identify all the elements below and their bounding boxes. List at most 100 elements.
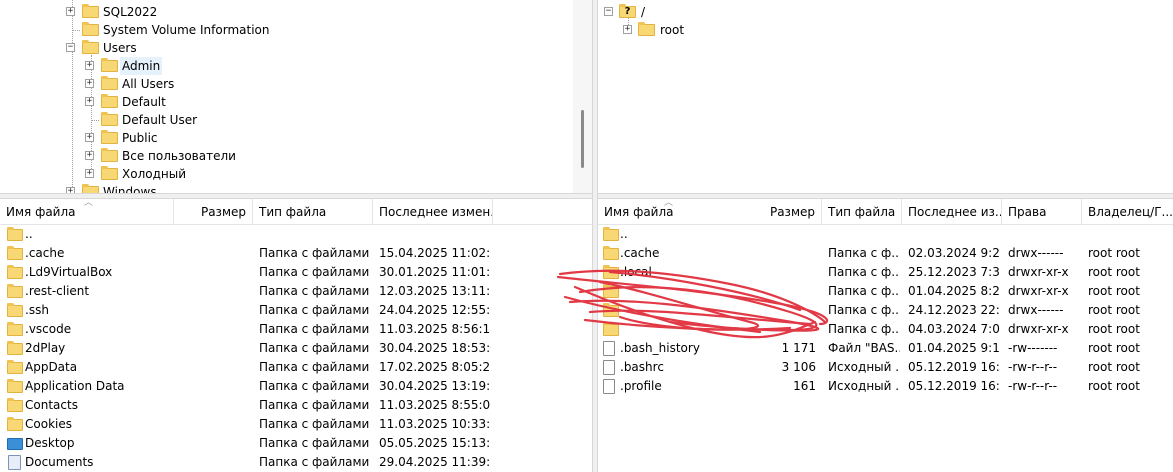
file-size	[748, 244, 816, 263]
expand-icon[interactable]: +	[85, 97, 94, 106]
tree-node[interactable]: System Volume Information	[0, 21, 570, 39]
file-permissions: -rw-r--r--	[1008, 360, 1058, 374]
file-type: Папка с файлами	[259, 436, 370, 450]
tree-node[interactable]: + Default	[0, 93, 570, 111]
collapse-icon[interactable]: −	[66, 43, 75, 52]
local-folder-tree[interactable]: + SQL2022 System Volume Information − Users +…	[0, 0, 592, 193]
tree-node[interactable]: + root	[598, 21, 1158, 39]
tree-node[interactable]: + Admin	[0, 57, 570, 75]
file-row[interactable]: .bash_history 1 171 Файл "BAS... 01.04.2025…	[598, 339, 1173, 358]
tree-node[interactable]: + All Users	[0, 75, 570, 93]
file-permissions: drwx------	[1008, 303, 1064, 317]
tree-node[interactable]: + Холодный	[0, 165, 570, 183]
file-row[interactable]: .local Папка с ф... 25.12.2023 7:35... drwx…	[598, 263, 1173, 282]
file-modified	[379, 225, 491, 244]
collapse-icon[interactable]: −	[604, 7, 613, 16]
file-row[interactable]: .cache Папка с ф... 02.03.2024 9:28... drwx…	[598, 244, 1173, 263]
file-row[interactable]: .cache Папка с файлами 15.04.2025 11:02:01	[0, 244, 592, 263]
file-row[interactable]: Cookies Папка с файлами 11.03.2025 10:33:2…	[0, 415, 592, 434]
folder-icon	[82, 4, 99, 18]
file-row[interactable]: Папка с ф... 04.03.2024 7:02... drwxr-xr-x…	[598, 320, 1173, 339]
file-row[interactable]: .rest-client Папка с файлами 12.03.2025 13…	[0, 282, 592, 301]
tree-node[interactable]: + Все пользователи	[0, 147, 570, 165]
folder-icon	[7, 360, 23, 374]
file-row[interactable]: Contacts Папка с файлами 11.03.2025 8:55:0…	[0, 396, 592, 415]
file-row[interactable]: Application Data Папка с файлами 30.04.202…	[0, 377, 592, 396]
tree-node[interactable]: Default User	[0, 111, 570, 129]
file-size	[748, 263, 816, 282]
file-name: 2dPlay	[25, 341, 66, 355]
tree-node-label: Users	[103, 41, 137, 55]
folder-icon	[7, 322, 23, 336]
file-modified: 24.04.2025 12:55:08	[379, 303, 491, 317]
expand-icon[interactable]: +	[85, 79, 94, 88]
folder-icon	[101, 112, 118, 126]
file-type: Папка с файлами	[259, 265, 370, 279]
tree-node[interactable]: − Users	[0, 39, 570, 57]
tree-node[interactable]: −? /	[598, 3, 1158, 21]
file-row[interactable]: Desktop Папка с файлами 05.05.2025 15:13:1…	[0, 434, 592, 453]
column-header-modified[interactable]: Последнее из...	[902, 199, 1002, 224]
expand-icon[interactable]: +	[85, 133, 94, 142]
expand-icon[interactable]: +	[85, 169, 94, 178]
local-file-list[interactable]: Имя файла Размер Тип файла Последнее изм…	[0, 199, 592, 472]
remote-file-list[interactable]: Имя файла Размер Тип файла Последнее из.…	[598, 199, 1173, 472]
folder-icon	[603, 284, 619, 298]
tree-node[interactable]: + Public	[0, 129, 570, 147]
file-type: Папка с ф...	[828, 265, 900, 279]
file-type: Папка с ф...	[828, 284, 900, 298]
file-name: Contacts	[25, 398, 78, 412]
file-row[interactable]: .Ld9VirtualBox Папка с файлами 30.01.2025 …	[0, 263, 592, 282]
file-row[interactable]: .bashrc 3 106 Исходный ... 05.12.2019 16:3.…	[598, 358, 1173, 377]
column-header-owner[interactable]: Владелец/Г...	[1082, 199, 1173, 224]
vertical-splitter[interactable]	[592, 0, 598, 472]
column-header-size[interactable]: Размер	[174, 199, 253, 224]
tree-guide-line	[72, 30, 80, 31]
column-header-size[interactable]: Размер	[722, 199, 822, 224]
tree-guide-line	[91, 120, 99, 121]
folder-icon	[7, 379, 23, 393]
file-row[interactable]: ..	[598, 225, 1173, 244]
file-row[interactable]: Папка с ф... 01.04.2025 8:23... drwxr-xr-x…	[598, 282, 1173, 301]
tree-node-label: Все пользователи	[122, 149, 236, 163]
remote-folder-tree[interactable]: −? / + root	[598, 0, 1173, 193]
tree-node-label: Admin	[120, 57, 163, 75]
file-type: Папка с файлами	[259, 303, 370, 317]
tree-node-label: /	[641, 5, 646, 19]
file-modified: 01.04.2025 8:23...	[908, 284, 1000, 298]
expand-icon[interactable]: +	[623, 25, 632, 34]
file-size	[748, 301, 816, 320]
expand-icon[interactable]: +	[66, 7, 75, 16]
file-permissions: drwxr-xr-x	[1008, 322, 1069, 336]
tree-node[interactable]: + Windows	[0, 183, 570, 193]
expand-icon[interactable]: +	[85, 151, 94, 160]
file-type: Папка с файлами	[259, 246, 370, 260]
folder-icon	[7, 417, 23, 431]
file-row[interactable]: .profile 161 Исходный ... 05.12.2019 16:3..…	[598, 377, 1173, 396]
file-modified: 11.03.2025 10:33:28	[379, 417, 491, 431]
file-row[interactable]: 2dPlay Папка с файлами 30.04.2025 18:53:06	[0, 339, 592, 358]
file-owner: root root	[1088, 379, 1140, 393]
file-row[interactable]: .vscode Папка с файлами 11.03.2025 8:56:18	[0, 320, 592, 339]
file-type	[828, 225, 900, 244]
file-row[interactable]: ..	[0, 225, 592, 244]
file-row[interactable]: Documents Папка с файлами 29.04.2025 11:39…	[0, 453, 592, 472]
tree-node[interactable]: + SQL2022	[0, 3, 570, 21]
column-header-permissions[interactable]: Права	[1002, 199, 1082, 224]
column-header-type[interactable]: Тип файла	[822, 199, 902, 224]
tree-scrollbar[interactable]	[573, 0, 592, 193]
folder-icon	[7, 246, 23, 260]
file-owner: root root	[1088, 265, 1140, 279]
file-size: 161	[793, 379, 816, 393]
folder-icon	[101, 166, 118, 180]
column-header-modified[interactable]: Последнее измен...	[373, 199, 493, 224]
expand-icon[interactable]: +	[85, 61, 94, 70]
file-row[interactable]: AppData Папка с файлами 17.02.2025 8:05:25	[0, 358, 592, 377]
file-row[interactable]: .ssh Папка с файлами 24.04.2025 12:55:08	[0, 301, 592, 320]
column-header-type[interactable]: Тип файла	[253, 199, 373, 224]
folder-icon	[7, 303, 23, 317]
folder-icon	[7, 227, 23, 241]
scrollbar-thumb[interactable]	[581, 110, 584, 168]
tree-node-label: All Users	[122, 77, 175, 91]
file-row[interactable]: Папка с ф... 24.12.2023 22:3... drwx------…	[598, 301, 1173, 320]
